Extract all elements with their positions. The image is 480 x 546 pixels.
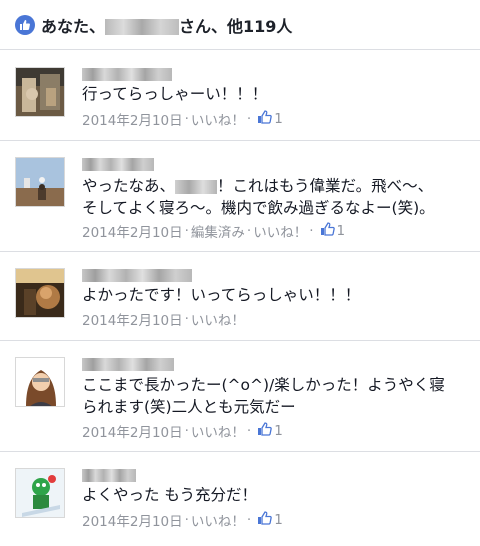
comment-text: よくやった もう充分だ！ xyxy=(82,486,257,504)
likes-suffix: さん、他119人 xyxy=(179,16,293,36)
comment-meta: 2014年2月10日 · いいね！ xyxy=(82,309,245,329)
comment-date[interactable]: 2014年2月10日 xyxy=(82,109,183,129)
comment-date[interactable]: 2014年2月10日 xyxy=(82,421,183,441)
like-link[interactable]: いいね！ xyxy=(191,510,245,530)
like-link[interactable]: いいね！ xyxy=(191,309,245,329)
comment-item: よかったです！いってらっしゃい！！！ 2014年2月10日 · いいね！ xyxy=(0,252,480,341)
blurred-name xyxy=(175,179,218,194)
separator-dot: · xyxy=(309,223,314,239)
edited-label[interactable]: 編集済み xyxy=(191,221,245,241)
comment-item: よくやった もう充分だ！ 2014年2月10日 · いいね！ · 1 xyxy=(0,452,480,546)
separator-dot: · xyxy=(184,311,189,327)
comment-text: られます(笑)二人とも元気だー xyxy=(82,398,296,416)
comment-text: ここまで長かったー(^o^)/楽しかった！ようやく寝 xyxy=(82,376,445,394)
like-link[interactable]: いいね！ xyxy=(253,221,307,241)
separator-dot: · xyxy=(184,512,189,528)
commenter-name-blurred[interactable] xyxy=(82,469,136,482)
separator-dot: · xyxy=(184,423,189,439)
comment-item: ここまで長かったー(^o^)/楽しかった！ようやく寝 られます(笑)二人とも元気… xyxy=(0,341,480,452)
comment-date[interactable]: 2014年2月10日 xyxy=(82,309,183,329)
separator-dot: · xyxy=(246,512,252,528)
separator-dot: · xyxy=(246,223,252,239)
comment-meta: 2014年2月10日 · いいね！ · 1 xyxy=(82,109,283,129)
comment-date[interactable]: 2014年2月10日 xyxy=(82,510,183,530)
likes-summary-text: あなた、 さん、他119人 xyxy=(41,13,292,37)
comment-meta: 2014年2月10日 · いいね！ · 1 xyxy=(82,510,283,530)
blurred-name xyxy=(105,19,180,35)
comment-text-part: やったなあ、 xyxy=(82,177,176,195)
comment-meta: 2014年2月10日 · いいね！ · 1 xyxy=(82,421,283,441)
thumbs-up-icon[interactable] xyxy=(257,422,273,440)
like-count: 1 xyxy=(274,512,283,528)
avatar[interactable] xyxy=(15,357,65,407)
thumbs-up-icon[interactable] xyxy=(257,511,273,529)
like-count: 1 xyxy=(336,223,346,239)
likes-prefix: あなた、 xyxy=(41,16,106,36)
like-link[interactable]: いいね！ xyxy=(191,421,245,441)
commenter-name-blurred[interactable] xyxy=(82,358,174,371)
like-count: 1 xyxy=(274,111,283,127)
likes-summary-bar[interactable]: あなた、 さん、他119人 xyxy=(0,0,480,50)
commenter-name-blurred[interactable] xyxy=(82,158,154,171)
separator-dot: · xyxy=(184,223,189,239)
commenter-name-blurred[interactable] xyxy=(82,269,192,282)
avatar[interactable] xyxy=(15,157,65,207)
like-link[interactable]: いいね！ xyxy=(191,109,245,129)
thumbs-up-icon xyxy=(15,14,35,35)
comment-text: そしてよく寝ろ〜。機内で飲み過ぎるなよー(笑)。 xyxy=(82,199,435,217)
comment-date[interactable]: 2014年2月10日 xyxy=(82,221,183,241)
comment-meta: 2014年2月10日 · 編集済み · いいね！ · 1 xyxy=(82,221,345,241)
like-count: 1 xyxy=(274,423,283,439)
separator-dot: · xyxy=(246,111,252,127)
comment-text-part: ！これはもう偉業だ。飛べ〜、 xyxy=(217,177,434,195)
avatar[interactable] xyxy=(15,67,65,117)
comment-item: 行ってらっしゃーい！！！ 2014年2月10日 · いいね！ · 1 xyxy=(0,51,480,141)
avatar[interactable] xyxy=(15,268,65,318)
comment-text: やったなあ、 ！これはもう偉業だ。飛べ〜、 xyxy=(82,175,433,197)
thumbs-up-icon[interactable] xyxy=(320,222,335,240)
comment-text: 行ってらっしゃーい！！！ xyxy=(82,85,268,103)
comment-text: よかったです！いってらっしゃい！！！ xyxy=(82,286,361,304)
comment-item: やったなあ、 ！これはもう偉業だ。飛べ〜、 そしてよく寝ろ〜。機内で飲み過ぎるなよ… xyxy=(0,141,480,252)
avatar[interactable] xyxy=(15,468,65,518)
thumbs-up-icon[interactable] xyxy=(257,110,273,128)
separator-dot: · xyxy=(184,111,189,127)
commenter-name-blurred[interactable] xyxy=(82,68,172,81)
separator-dot: · xyxy=(246,423,252,439)
